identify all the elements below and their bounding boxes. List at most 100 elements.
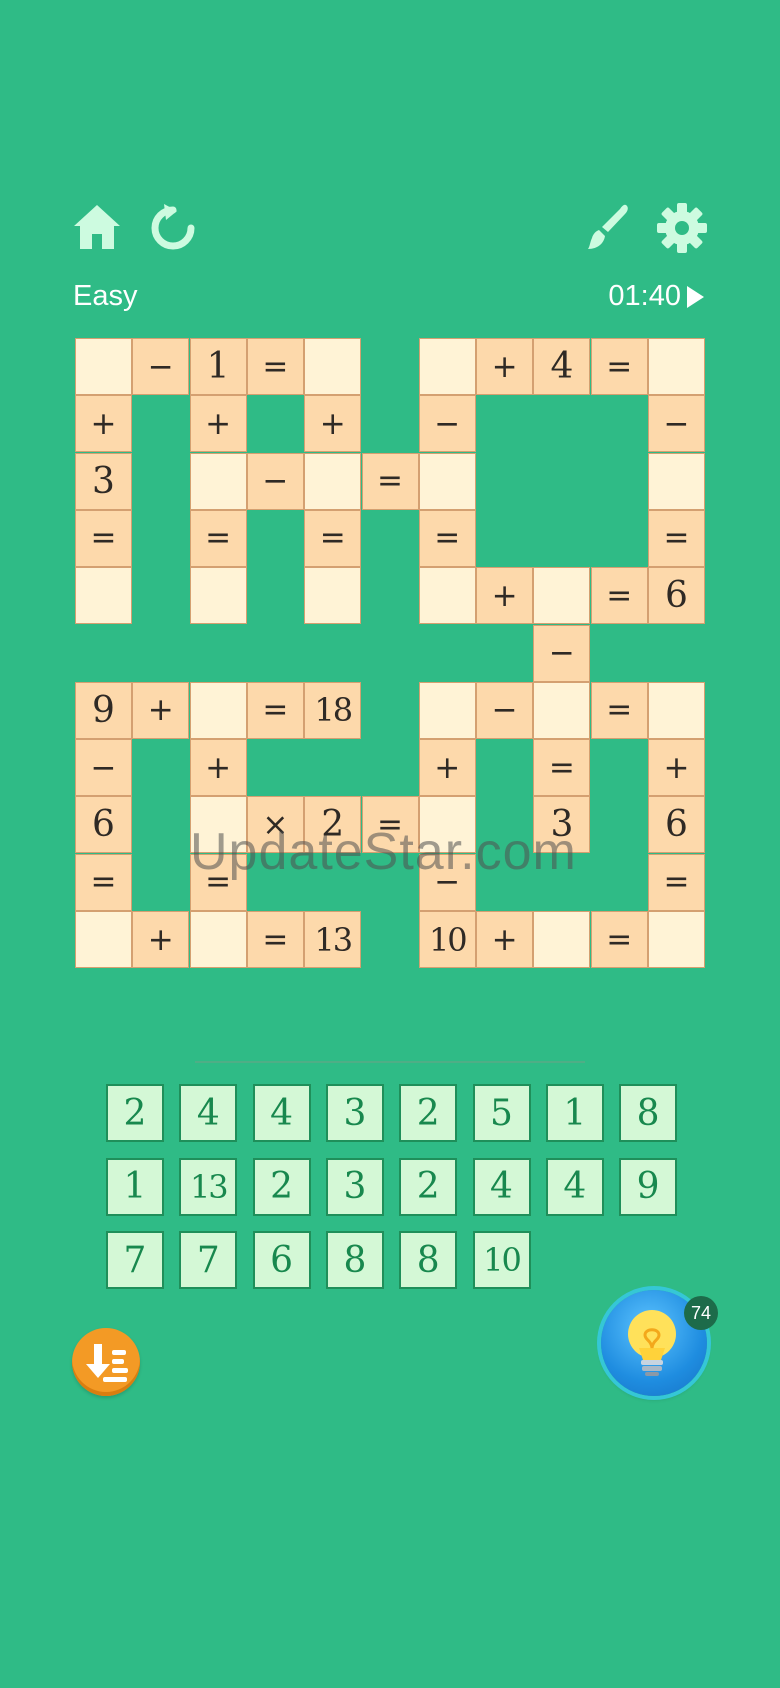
grid-cell-empty[interactable] [418,567,476,625]
grid-cell-operator: = [189,853,247,911]
grid-cell-operator: = [590,681,648,739]
grid-cell-empty[interactable] [418,452,476,510]
play-icon [687,285,704,308]
grid-cell-number: 2 [304,796,362,854]
grid-cell-empty[interactable] [418,338,476,395]
grid-cell-operator: = [590,338,648,395]
grid-cell-operator: + [132,911,190,968]
grid-cell-empty[interactable] [189,681,247,739]
grid-cell-operator: + [75,395,132,453]
grid-cell-empty[interactable] [304,567,362,625]
number-tile[interactable]: 10 [472,1231,531,1289]
grid-cell-number: 6 [75,796,132,854]
grid-cell-operator: = [246,681,304,739]
timer-value: 01:40 [608,280,681,312]
difficulty-label: Easy [73,280,138,312]
grid-cell-empty[interactable] [648,338,705,395]
puzzle-grid: −1 = +4 = + + + − −3− = = = = = = + = 6−9 + = 18− = − + + = +6 × 2 = 3… [75,338,705,968]
paint-brush-icon [588,204,628,249]
grid-cell-empty[interactable] [75,338,132,395]
grid-cell-empty[interactable] [75,567,132,625]
grid-cell-operator: − [476,681,534,739]
grid-cell-empty[interactable] [418,796,476,854]
grid-cell-empty[interactable] [418,681,476,739]
grid-cell-number: 1 [189,338,247,395]
number-tile[interactable]: 2 [252,1157,311,1216]
grid-cell-operator: = [75,853,132,911]
grid-cell-operator: − [418,395,476,453]
number-tile[interactable]: 2 [106,1084,164,1142]
grid-cell-empty[interactable] [189,452,247,510]
grid-cell-number: 3 [533,796,591,854]
grid-cell-number: 6 [648,796,705,854]
gear-icon [657,203,707,253]
grid-cell-operator: + [304,395,362,453]
grid-cell-operator: + [476,338,534,395]
grid-cell-operator: + [648,739,705,797]
theme-button[interactable] [580,202,632,254]
grid-cell-empty[interactable] [189,567,247,625]
divider [195,1061,585,1063]
number-tile[interactable]: 3 [325,1157,384,1216]
grid-cell-empty[interactable] [304,338,362,395]
grid-cell-empty[interactable] [648,911,705,968]
grid-cell-empty[interactable] [189,911,247,968]
number-tile[interactable]: 2 [399,1157,458,1216]
grid-cell-operator: − [132,338,190,395]
number-tile[interactable]: 8 [619,1084,678,1142]
number-tile[interactable]: 7 [179,1231,238,1289]
number-tile[interactable]: 1 [106,1157,164,1216]
number-tile[interactable]: 4 [252,1084,311,1142]
settings-button[interactable] [656,202,708,254]
number-tile[interactable]: 9 [619,1157,678,1216]
number-tile[interactable]: 7 [106,1231,164,1289]
grid-cell-operator: − [418,853,476,911]
home-icon [74,205,120,249]
grid-cell-operator: − [648,395,705,453]
timer[interactable]: 01:40 [608,280,704,313]
number-tile[interactable]: 4 [545,1157,604,1216]
grid-cell-operator: + [476,911,534,968]
grid-cell-operator: = [361,796,419,854]
grid-cell-operator: = [304,509,362,567]
number-tiles-tray: 2 4 4 3 2 5 1 8 1 13 2 3 2 4 4 9 7 7 6 8 8 10 [106,1084,686,1294]
number-tile[interactable]: 2 [399,1084,458,1142]
grid-cell-empty[interactable] [533,911,591,968]
number-tile[interactable]: 4 [472,1157,531,1216]
grid-cell-empty[interactable] [648,452,705,510]
number-tile[interactable]: 4 [179,1084,238,1142]
grid-cell-operator: + [189,739,247,797]
grid-cell-empty[interactable] [533,681,591,739]
grid-cell-operator: = [246,911,304,968]
number-tile[interactable]: 5 [472,1084,531,1142]
number-tile[interactable]: 13 [179,1157,238,1216]
restart-button[interactable] [147,202,199,254]
number-tile[interactable]: 6 [252,1231,311,1289]
grid-cell-operator: + [418,739,476,797]
sort-icon [86,1344,128,1382]
restart-icon [151,204,195,250]
grid-cell-empty[interactable] [75,911,132,968]
grid-cell-operator: − [75,739,132,797]
number-tile[interactable]: 1 [545,1084,604,1142]
number-tile[interactable]: 3 [325,1084,384,1142]
grid-cell-empty[interactable] [533,567,591,625]
grid-cell-operator: = [590,567,648,625]
grid-cell-operator: = [590,911,648,968]
home-button[interactable] [72,202,122,252]
grid-cell-empty[interactable] [304,452,362,510]
grid-cell-empty[interactable] [189,796,247,854]
grid-cell-operator: + [189,395,247,453]
grid-cell-operator: − [246,452,304,510]
number-tile[interactable]: 8 [399,1231,458,1289]
grid-cell-operator: = [75,509,132,567]
grid-cell-operator: = [418,509,476,567]
sort-button[interactable] [72,1328,140,1396]
grid-cell-operator: + [132,681,190,739]
grid-cell-number: 18 [304,681,362,739]
grid-cell-number: 10 [418,911,476,968]
grid-cell-operator: = [648,853,705,911]
grid-cell-operator: − [533,624,591,682]
grid-cell-empty[interactable] [648,681,705,739]
number-tile[interactable]: 8 [325,1231,384,1289]
